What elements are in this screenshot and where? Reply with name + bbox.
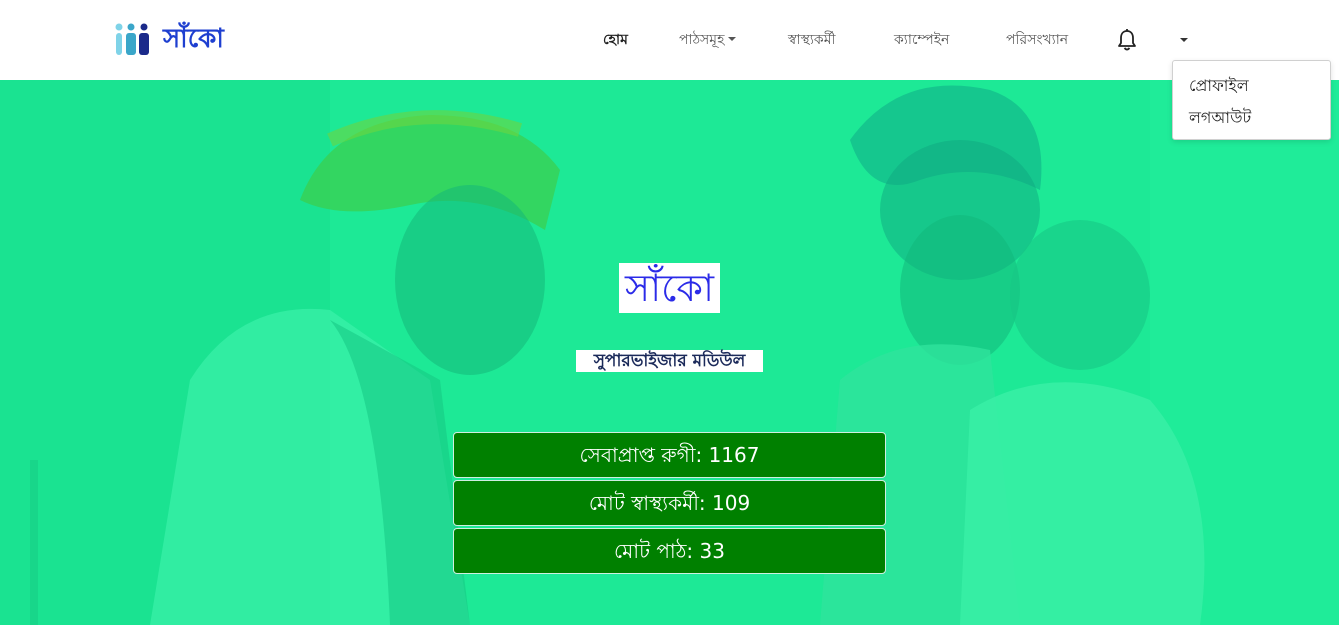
hero-subtitle: সুপারভাইজার মডিউল <box>576 350 763 372</box>
caret-down-icon <box>1180 38 1188 42</box>
nav-lessons-label: পাঠসমূহ <box>679 32 725 48</box>
people-logo-icon <box>115 23 149 55</box>
nav-statistics[interactable]: পরিসংখ্যান <box>1006 30 1068 50</box>
nav-home[interactable]: হোম <box>603 30 628 50</box>
dropdown-logout[interactable]: লগআউট <box>1189 105 1251 132</box>
user-menu-toggle[interactable] <box>1176 30 1192 50</box>
caret-down-icon <box>728 37 737 41</box>
stat-total-lessons: মোট পাঠ: 33 <box>453 528 886 574</box>
nav-lessons-dropdown[interactable]: পাঠসমূহ <box>679 30 737 50</box>
user-dropdown-menu: প্রোফাইল লগআউট <box>1172 60 1331 140</box>
brand[interactable]: সাঁকো <box>113 20 224 58</box>
stat-patients-served: সেবাপ্রাপ্ত রুগী: 1167 <box>453 432 886 478</box>
hero-section: সাঁকো সুপারভাইজার মডিউল সেবাপ্রাপ্ত রুগী… <box>0 80 1339 625</box>
hero-title: সাঁকো <box>619 263 720 313</box>
bell-icon[interactable] <box>1116 28 1138 52</box>
nav-health-workers[interactable]: স্বাস্থ্যকর্মী <box>788 30 835 50</box>
dropdown-profile[interactable]: প্রোফাইল <box>1189 73 1249 100</box>
nav-campaign[interactable]: ক্যাম্পেইন <box>894 30 949 50</box>
brand-name: সাঁকো <box>163 24 224 54</box>
navbar: সাঁকো হোম পাঠসমূহ স্বাস্থ্যকর্মী ক্যাম্প… <box>0 0 1339 80</box>
stat-total-health-workers: মোট স্বাস্থ্যকর্মী: 109 <box>453 480 886 526</box>
